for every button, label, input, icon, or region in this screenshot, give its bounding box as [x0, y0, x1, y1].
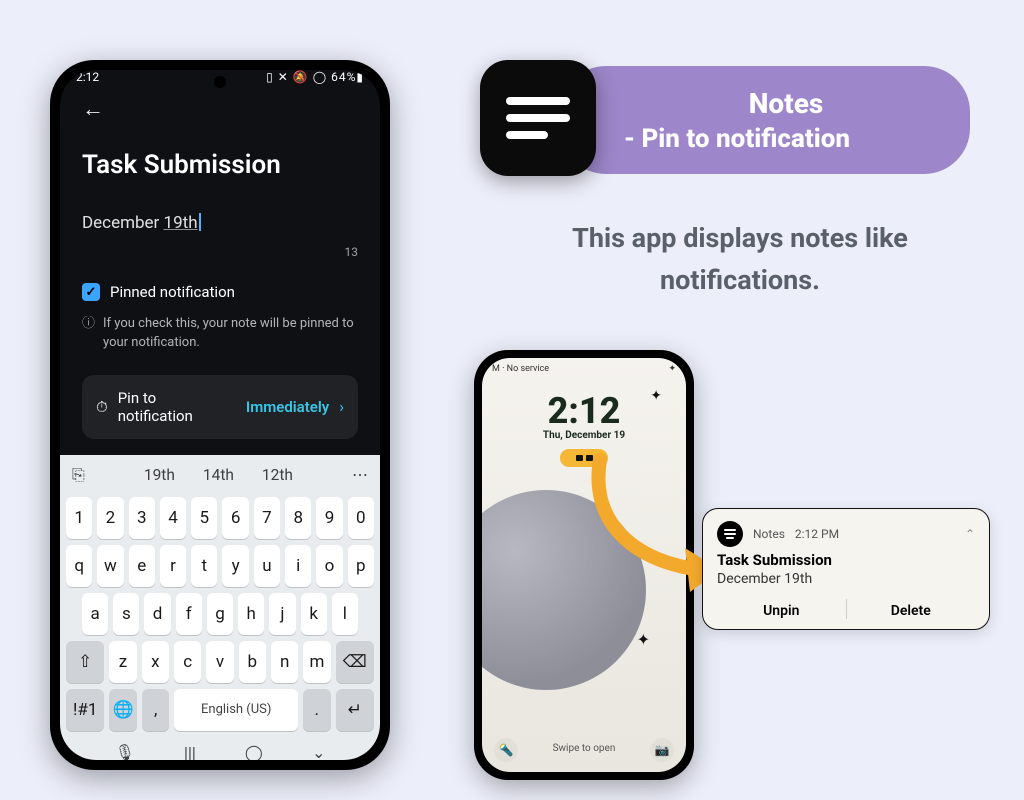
sparkle-icon: ✦	[637, 630, 650, 649]
key-f[interactable]: f	[176, 593, 202, 635]
key-r[interactable]: r	[160, 545, 186, 587]
key-p[interactable]: p	[348, 545, 374, 587]
key-a[interactable]: a	[82, 593, 108, 635]
note-title[interactable]: Task Submission	[82, 150, 358, 180]
pin-value: Immediately	[246, 398, 329, 416]
sparkle-icon: ✦	[650, 388, 662, 404]
clipboard-icon[interactable]: ⎘	[72, 465, 85, 485]
info-icon: ⓘ	[82, 315, 95, 353]
delete-action[interactable]: Delete	[847, 599, 976, 619]
status-bar-small: M · No service✦	[482, 358, 686, 380]
suggestion-1[interactable]: 19th	[144, 466, 175, 484]
wallpaper-sphere	[482, 490, 646, 690]
key-w[interactable]: w	[97, 545, 123, 587]
key-6[interactable]: 6	[222, 497, 248, 539]
key-🌐[interactable]: 🌐	[109, 689, 136, 731]
key-l[interactable]: l	[332, 593, 358, 635]
key-h[interactable]: h	[238, 593, 264, 635]
key-,[interactable]: ,	[142, 689, 169, 731]
key-j[interactable]: j	[269, 593, 295, 635]
note-body-input[interactable]: December 19th	[82, 210, 201, 233]
key-z[interactable]: z	[109, 641, 136, 683]
key-5[interactable]: 5	[191, 497, 217, 539]
key-x[interactable]: x	[142, 641, 169, 683]
nav-recent[interactable]: |||	[184, 743, 196, 760]
nav-home[interactable]: ◯	[245, 743, 263, 760]
key-c[interactable]: c	[174, 641, 201, 683]
back-icon[interactable]: ←	[82, 97, 104, 122]
key-t[interactable]: t	[191, 545, 217, 587]
notification-pill[interactable]	[560, 449, 608, 467]
key-!#1[interactable]: !#1	[66, 689, 104, 731]
tagline-text: This app displays notes like notificatio…	[500, 218, 980, 302]
key-y[interactable]: y	[222, 545, 248, 587]
notification-body: December 19th	[717, 571, 975, 587]
status-battery: ▯ ✕ 🔕 ◯ 64%▮	[266, 70, 364, 84]
nav-collapse[interactable]: ⌄	[312, 743, 325, 760]
chevron-up-icon[interactable]: ⌃	[965, 527, 975, 541]
notification-app-icon	[717, 521, 743, 547]
key-u[interactable]: u	[254, 545, 280, 587]
key-.[interactable]: .	[303, 689, 330, 731]
front-camera	[214, 76, 226, 88]
key-8[interactable]: 8	[285, 497, 311, 539]
key-o[interactable]: o	[316, 545, 342, 587]
key-k[interactable]: k	[301, 593, 327, 635]
flashlight-button[interactable]: 🔦	[494, 738, 518, 762]
pin-label: Pin to notification	[118, 389, 226, 425]
key-g[interactable]: g	[207, 593, 233, 635]
key-d[interactable]: d	[144, 593, 170, 635]
key-⌫[interactable]: ⌫	[336, 641, 374, 683]
pinned-label: Pinned notification	[110, 283, 235, 301]
key-e[interactable]: e	[129, 545, 155, 587]
key-4[interactable]: 4	[160, 497, 186, 539]
status-time: 2:12	[76, 70, 99, 84]
key-q[interactable]: q	[66, 545, 92, 587]
key-n[interactable]: n	[271, 641, 298, 683]
notification-app-name: Notes	[753, 527, 785, 541]
suggestion-2[interactable]: 14th	[203, 466, 234, 484]
header-feature-pill: Notes - Pin to notification	[560, 66, 970, 174]
pin-to-notification-row[interactable]: ⏱ Pin to notification Immediately ›	[82, 375, 358, 439]
key-7[interactable]: 7	[254, 497, 280, 539]
checkbox-checked-icon[interactable]: ✓	[82, 283, 100, 301]
pinned-hint: ⓘ If you check this, your note will be p…	[82, 315, 358, 353]
phone-dark-editor: 2:12 ▯ ✕ 🔕 ◯ 64%▮ ← Task Submission Dece…	[50, 60, 390, 770]
chevron-right-icon: ›	[339, 397, 344, 416]
notification-title: Task Submission	[717, 551, 975, 569]
suggestion-3[interactable]: 12th	[262, 466, 293, 484]
app-icon	[480, 60, 596, 176]
key-1[interactable]: 1	[66, 497, 92, 539]
key-b[interactable]: b	[239, 641, 266, 683]
mic-icon[interactable]: 🎙	[115, 743, 135, 760]
notification-card[interactable]: Notes 2:12 PM ⌃ Task Submission December…	[702, 508, 990, 630]
soft-keyboard[interactable]: ⎘ 19th 14th 12th ⋯ 1234567890 qwertyuiop…	[60, 455, 380, 760]
key-s[interactable]: s	[113, 593, 139, 635]
key-i[interactable]: i	[285, 545, 311, 587]
key-v[interactable]: v	[206, 641, 233, 683]
header-feature: - Pin to notification	[624, 124, 948, 154]
suggestion-bar[interactable]: ⎘ 19th 14th 12th ⋯	[66, 463, 374, 491]
lock-date: Thu, December 19	[482, 430, 686, 441]
key-⇧[interactable]: ⇧	[66, 641, 104, 683]
clock-icon: ⏱	[96, 398, 108, 416]
pinned-checkbox-row[interactable]: ✓ Pinned notification	[82, 283, 358, 301]
key-0[interactable]: 0	[348, 497, 374, 539]
key-English (US)[interactable]: English (US)	[174, 689, 298, 731]
unpin-action[interactable]: Unpin	[717, 599, 846, 619]
notification-time: 2:12 PM	[795, 527, 839, 541]
phone-lockscreen: M · No service✦ ✦ 2:12 Thu, December 19 …	[474, 350, 694, 780]
android-nav-bar[interactable]: 🎙 ||| ◯ ⌄	[66, 737, 374, 760]
key-2[interactable]: 2	[97, 497, 123, 539]
key-m[interactable]: m	[303, 641, 330, 683]
key-↵[interactable]: ↵	[336, 689, 374, 731]
camera-button[interactable]: 📷	[650, 738, 674, 762]
header-app-name: Notes	[624, 87, 948, 120]
key-9[interactable]: 9	[316, 497, 342, 539]
key-3[interactable]: 3	[129, 497, 155, 539]
more-icon[interactable]: ⋯	[352, 465, 368, 484]
char-counter: 13	[82, 245, 358, 259]
